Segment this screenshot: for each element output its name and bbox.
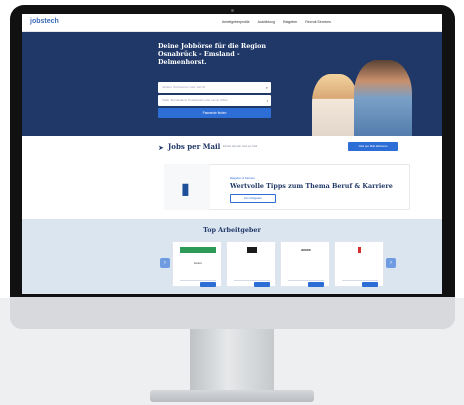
tips-button[interactable]: Zum Ratgeber [230, 194, 276, 203]
main-nav: Arbeitgeberprofile Ausbildung Ratgeber R… [222, 20, 331, 24]
nav-item-ausbildung[interactable]: Ausbildung [258, 20, 275, 24]
employer-card[interactable] [226, 241, 276, 287]
job-search-placeholder: Jobtitel, Stichworten oder Job ID [162, 85, 206, 89]
location-pin-icon: • [266, 98, 268, 103]
paper-plane-icon: ➤ [158, 145, 164, 152]
jobs-per-mail-button[interactable]: Jobs per Mail aktivieren [348, 142, 398, 151]
location-placeholder: Stadt, Bundesland, Postleitzahl oder Hom… [162, 98, 228, 102]
employer-button[interactable] [288, 280, 324, 287]
reader-icon: ▮ [181, 181, 190, 198]
find-jobs-button[interactable]: Passende finden [158, 108, 271, 118]
monitor-stand-base [150, 390, 314, 402]
nav-item-recruit-services[interactable]: Recruit Services [305, 20, 330, 24]
employer-logo: BOKER [301, 248, 311, 252]
top-navbar: jobstech Arbeitgeberprofile Ausbildung R… [22, 14, 442, 32]
hero-title: Deine Jobbörse für die Region Osnabrück … [158, 42, 267, 66]
top-employers-title: Top Arbeitgeber [203, 226, 261, 234]
employer-card[interactable]: Enders [172, 241, 222, 287]
hero-person-woman [312, 74, 358, 144]
logo-text: jobs [30, 18, 45, 25]
tips-kicker: Ratgeber & Karriere [230, 176, 255, 180]
jobs-per-mail-text: Erhalte aktuelle Jobs per Mail [223, 145, 258, 148]
tips-title: Wertvolle Tipps zum Thema Beruf & Karrie… [230, 182, 393, 190]
employer-button[interactable] [342, 280, 378, 287]
jobs-per-mail-title: Jobs per Mail [168, 142, 221, 151]
employer-logo [247, 247, 257, 253]
employer-card[interactable] [334, 241, 384, 287]
employer-button[interactable] [234, 280, 270, 287]
site-logo[interactable]: jobstech [30, 18, 59, 25]
hero-person-man [354, 60, 412, 144]
nav-item-ratgeber[interactable]: Ratgeber [283, 20, 297, 24]
monitor-stand-neck [190, 329, 274, 391]
chevron-left-icon[interactable]: ‹ [160, 258, 170, 268]
screen: jobstech Arbeitgeberprofile Ausbildung R… [22, 14, 442, 294]
employer-button[interactable] [180, 280, 216, 287]
employer-logo [350, 247, 370, 253]
employer-name: Enders [194, 262, 202, 265]
employer-card[interactable]: BOKER [280, 241, 330, 287]
camera-icon [231, 9, 234, 12]
employer-logo [180, 247, 216, 253]
job-search-input[interactable]: Jobtitel, Stichworten oder Job ID ⌕ [158, 82, 271, 93]
search-icon: ⌕ [265, 85, 268, 90]
location-input[interactable]: Stadt, Bundesland, Postleitzahl oder Hom… [158, 95, 271, 106]
monitor-chin [10, 297, 455, 329]
chevron-right-icon[interactable]: › [386, 258, 396, 268]
logo-accent-text: tech [44, 18, 59, 25]
nav-item-arbeitgeberprofile[interactable]: Arbeitgeberprofile [222, 20, 250, 24]
